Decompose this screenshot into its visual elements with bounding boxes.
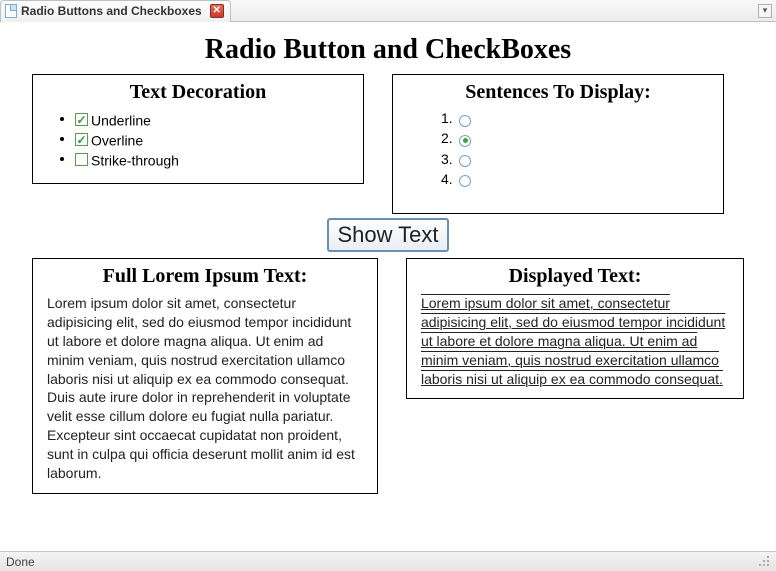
show-button-row: Show Text [32, 218, 744, 252]
list-item: 4. [441, 171, 709, 188]
full-text-panel: Full Lorem Ipsum Text: Lorem ipsum dolor… [32, 258, 378, 494]
close-icon[interactable]: ✕ [210, 4, 224, 18]
list-item: 3. [441, 151, 709, 168]
displayed-text-title: Displayed Text: [421, 265, 729, 288]
radio-number: 4. [441, 171, 459, 187]
status-text: Done [6, 555, 35, 569]
checkbox-label: Strike-through [91, 152, 179, 168]
text-decoration-title: Text Decoration [47, 81, 349, 104]
full-text-body: Lorem ipsum dolor sit amet, consectetur … [47, 294, 363, 483]
list-item: 2. [441, 130, 709, 147]
list-item: Strike-through [75, 150, 349, 168]
checkbox-underline[interactable]: Underline [75, 111, 151, 128]
checkbox-strikethrough[interactable]: Strike-through [75, 151, 179, 168]
sentences-title: Sentences To Display: [407, 81, 709, 104]
full-text-title: Full Lorem Ipsum Text: [47, 265, 363, 288]
radio-1[interactable] [459, 111, 471, 127]
show-text-button[interactable]: Show Text [327, 218, 448, 252]
page-content: Radio Button and CheckBoxes Text Decorat… [0, 22, 776, 551]
checkbox-label: Overline [91, 132, 143, 148]
document-icon [5, 4, 17, 18]
bottom-row: Full Lorem Ipsum Text: Lorem ipsum dolor… [32, 258, 744, 494]
radio-2[interactable] [459, 132, 471, 148]
displayed-text-body: Lorem ipsum dolor sit amet, consectetur … [421, 294, 729, 388]
resize-grip-icon[interactable] [758, 555, 772, 569]
sentences-panel: Sentences To Display: 1. 2. 3. 4. [392, 74, 724, 214]
radio-4[interactable] [459, 172, 471, 188]
page-title: Radio Button and CheckBoxes [32, 34, 744, 66]
radio-number: 1. [441, 110, 459, 126]
displayed-text-panel: Displayed Text: Lorem ipsum dolor sit am… [406, 258, 744, 399]
list-item: Underline [75, 110, 349, 128]
list-item: 1. [441, 110, 709, 127]
radio-number: 3. [441, 151, 459, 167]
text-decoration-panel: Text Decoration Underline Overline Strik… [32, 74, 364, 184]
chevron-down-icon[interactable]: ▾ [758, 4, 772, 18]
list-item: Overline [75, 130, 349, 148]
checkbox-label: Underline [91, 112, 151, 128]
radio-list: 1. 2. 3. 4. [407, 110, 709, 188]
top-row: Text Decoration Underline Overline Strik… [32, 74, 744, 214]
radio-number: 2. [441, 130, 459, 146]
tab-bar: Radio Buttons and Checkboxes ✕ ▾ [0, 0, 776, 22]
browser-tab[interactable]: Radio Buttons and Checkboxes ✕ [0, 0, 231, 22]
decoration-list: Underline Overline Strike-through [47, 110, 349, 168]
tab-title: Radio Buttons and Checkboxes [21, 4, 202, 18]
radio-3[interactable] [459, 152, 471, 168]
status-bar: Done [0, 551, 776, 571]
checkbox-overline[interactable]: Overline [75, 131, 143, 148]
